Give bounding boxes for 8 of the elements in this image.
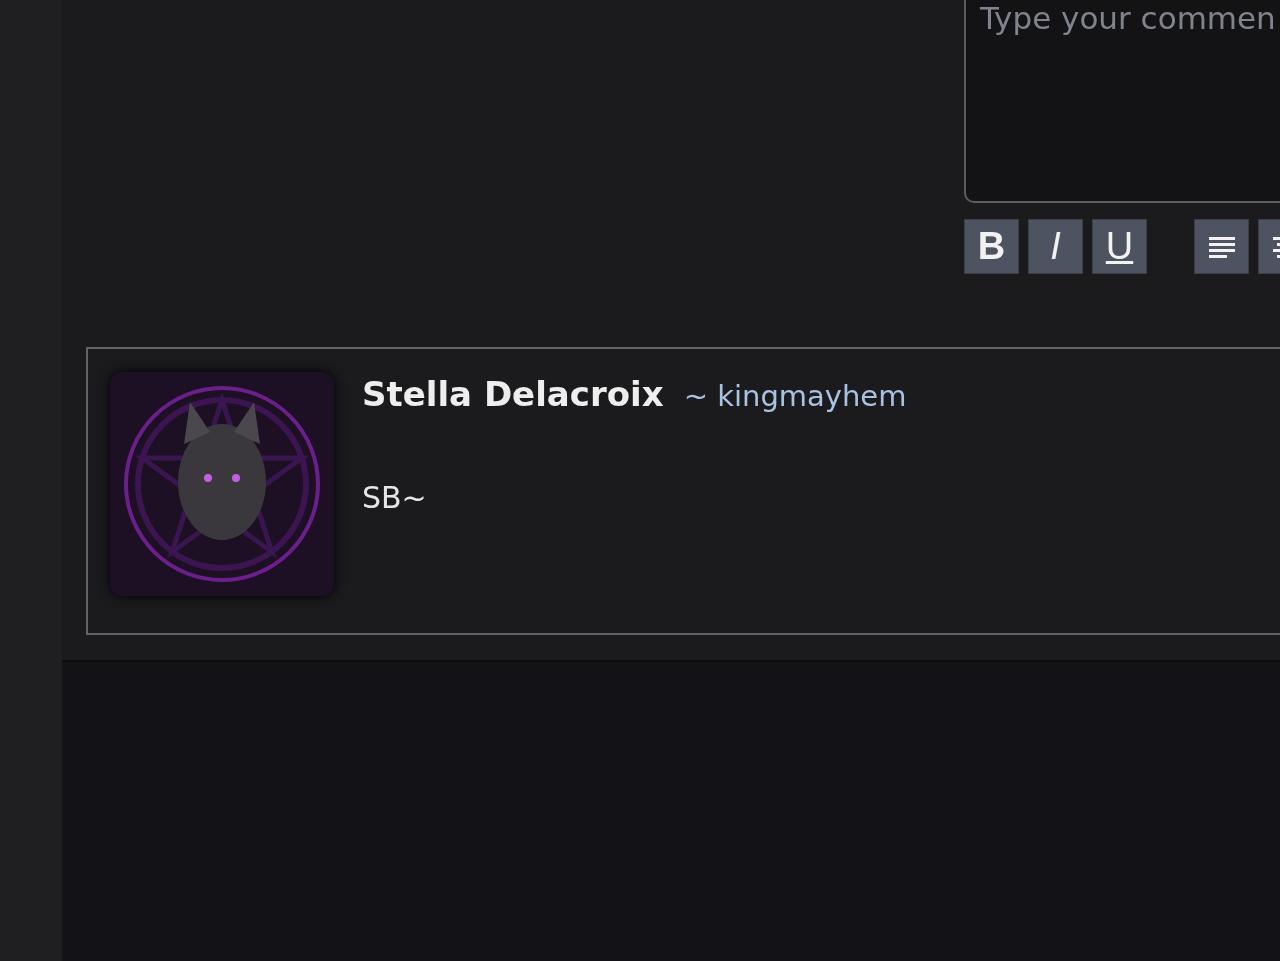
commenter-username[interactable]: ~ kingmayhem (683, 379, 907, 413)
comment-input-field[interactable]: Type your commen (964, 0, 1280, 203)
bold-button[interactable]: B (964, 219, 1019, 274)
commenter-name: Stella Delacroix (362, 374, 664, 414)
underline-button[interactable]: U (1092, 219, 1147, 274)
comment-text: SB~ (362, 480, 428, 515)
italic-button[interactable]: I (1028, 219, 1083, 274)
align-left-button[interactable] (1194, 219, 1249, 274)
